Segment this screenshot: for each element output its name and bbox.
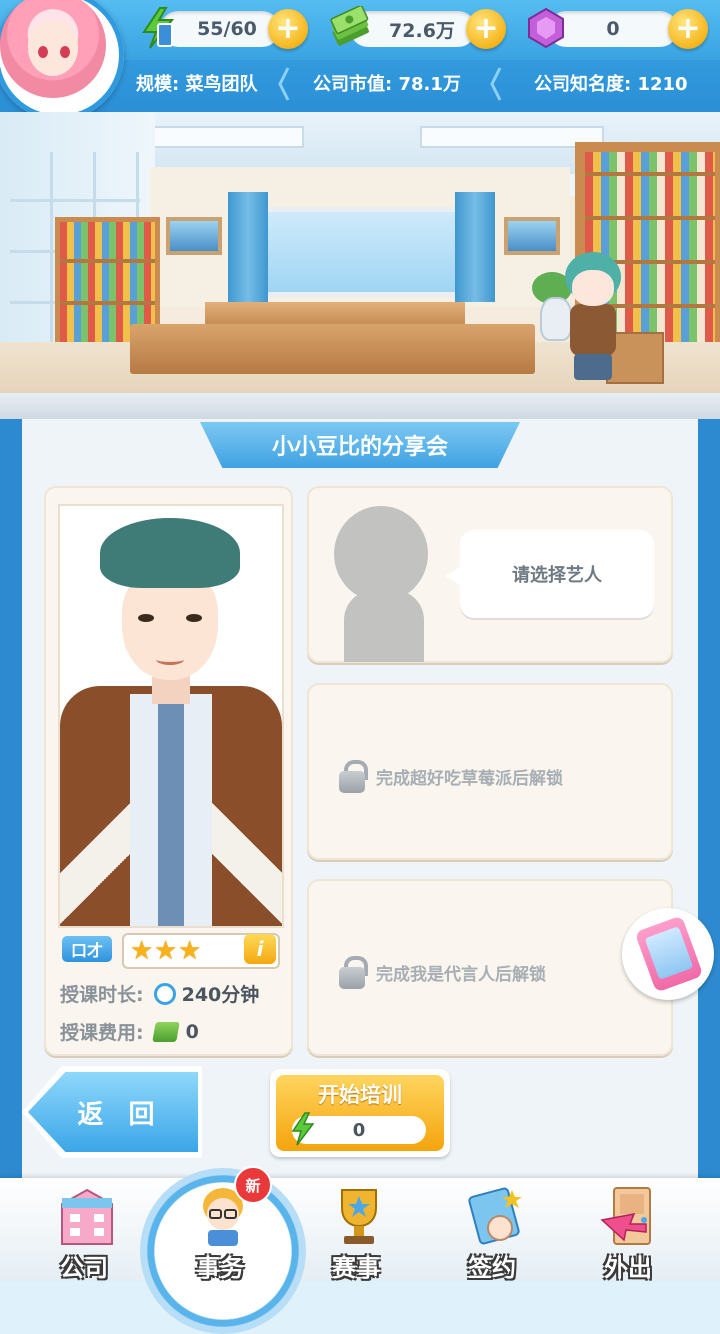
cash-icon [151, 1021, 180, 1042]
energy-value: 55/60 [197, 18, 257, 40]
plant-vase [540, 297, 572, 341]
chibi-character-body [570, 304, 616, 356]
duration-row: 授课时长: 240分钟 [60, 980, 259, 1007]
nav-outing-label: 外出 [604, 1254, 652, 1282]
locked-slot-row: 完成我是代言人后解锁 [336, 954, 546, 990]
money-value: 72.6万 [389, 19, 455, 42]
scene-divider [0, 393, 720, 419]
trophy-icon [341, 1189, 377, 1244]
stage [130, 324, 535, 374]
nav-contract-label: 签约 [468, 1254, 516, 1282]
add-money-button[interactable]: + [466, 9, 506, 49]
stage-step [205, 302, 465, 326]
nav-company-label: 公司 [60, 1254, 108, 1282]
door-exit-icon [600, 1187, 651, 1245]
nav-contract[interactable]: 签约 [422, 1178, 562, 1282]
nav-company[interactable]: 公司 [14, 1178, 154, 1282]
curtain-right [455, 192, 495, 302]
locked-slot-text: 完成超好吃草莓派后解锁 [376, 768, 563, 789]
star-icon: ★ [154, 936, 178, 966]
portrait-eye [138, 614, 154, 622]
nav-events[interactable]: 赛事 [286, 1178, 426, 1282]
start-training-label: 开始培训 [318, 1083, 402, 1107]
star-icon: ★ [178, 936, 202, 966]
chibi-character-legs [574, 354, 612, 380]
wall-picture [504, 217, 560, 255]
nav-outing[interactable]: 外出 [558, 1178, 698, 1282]
teacher-portrait[interactable] [58, 504, 284, 928]
fee-label: 授课费用: [60, 1022, 144, 1044]
nav-affairs-label: 事务 [196, 1254, 244, 1282]
duration-value: 240分钟 [181, 984, 260, 1006]
training-cost-value: 0 [352, 1119, 366, 1141]
gem-icon [528, 7, 564, 49]
portrait-mouth [156, 654, 184, 665]
star-icon: ★ [130, 936, 154, 966]
avatar-face [28, 20, 78, 76]
contract-icon [468, 1187, 522, 1245]
separator-chevron-icon [278, 67, 290, 101]
gem-value: 0 [606, 18, 620, 40]
artist-silhouette-icon [334, 506, 428, 602]
portrait-hair [100, 518, 240, 588]
nav-events-label: 赛事 [332, 1254, 380, 1282]
chibi-character-face [572, 270, 614, 306]
select-artist-prompt[interactable]: 请选择艺人 [460, 530, 654, 618]
company-scale: 规模: 菜鸟团队 [136, 74, 258, 95]
panel-title: 小小豆比的分享会 [200, 422, 520, 468]
avatar [0, 0, 106, 98]
energy-bolt-icon [291, 1112, 315, 1146]
cash-stack-icon [330, 6, 369, 46]
office-scene [0, 112, 720, 394]
portrait-tie [158, 696, 184, 926]
clock-icon [153, 982, 176, 1005]
lock-icon [336, 759, 368, 793]
lock-icon [336, 955, 368, 989]
energy-bolt-icon [142, 7, 175, 49]
company-market-value: 公司市值: 78.1万 [313, 74, 461, 95]
skill-tag: 口才 [62, 936, 112, 962]
add-gems-button[interactable]: + [668, 9, 708, 49]
company-fame: 公司知名度: 1210 [534, 74, 688, 95]
window [262, 207, 472, 297]
info-button[interactable]: i [244, 934, 276, 964]
locked-slot-text: 完成我是代言人后解锁 [376, 964, 546, 985]
portrait-eye [186, 614, 202, 622]
fee-value: 0 [185, 1020, 199, 1043]
separator-chevron-icon [490, 67, 502, 101]
duration-label: 授课时长: [60, 984, 144, 1006]
add-energy-button[interactable]: + [268, 9, 308, 49]
fee-row: 授课费用: 0 [60, 1018, 199, 1045]
wall-picture [166, 217, 222, 255]
avatar-eye [38, 46, 48, 58]
new-badge: 新 [234, 1166, 272, 1204]
avatar-eye [60, 46, 70, 58]
curtain-left [228, 192, 268, 302]
locked-slot-row: 完成超好吃草莓派后解锁 [336, 758, 563, 794]
company-building-icon [61, 1188, 113, 1245]
